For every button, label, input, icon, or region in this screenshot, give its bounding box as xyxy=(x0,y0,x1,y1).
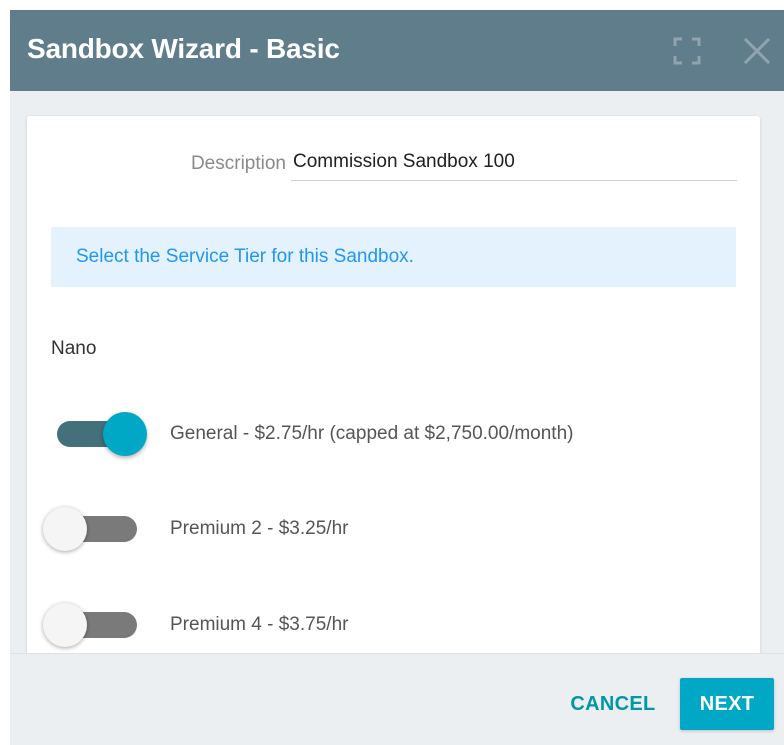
tier-option-premium-4[interactable]: Premium 4 - $3.75/hr xyxy=(43,603,743,647)
tier-option-label: Premium 4 - $3.75/hr xyxy=(170,614,349,635)
next-button[interactable]: NEXT xyxy=(680,678,774,730)
close-icon[interactable] xyxy=(742,36,772,66)
dialog-footer: CANCEL NEXT xyxy=(10,653,784,745)
tier-option-general[interactable]: General - $2.75/hr (capped at $2,750.00/… xyxy=(43,412,743,456)
description-label: Description xyxy=(190,153,286,174)
expand-icon[interactable] xyxy=(672,36,702,66)
tier-option-premium-2[interactable]: Premium 2 - $3.25/hr xyxy=(43,507,743,551)
tier-option-label: General - $2.75/hr (capped at $2,750.00/… xyxy=(170,423,574,444)
cancel-button[interactable]: CANCEL xyxy=(560,678,666,730)
dialog-header: Sandbox Wizard - Basic xyxy=(10,10,784,91)
tier-toggle-premium-4[interactable] xyxy=(43,603,139,647)
info-banner-text: Select the Service Tier for this Sandbox… xyxy=(76,246,414,267)
dialog-title: Sandbox Wizard - Basic xyxy=(27,33,340,64)
wizard-content-card: Description Select the Service Tier for … xyxy=(27,116,760,676)
tier-toggle-general[interactable] xyxy=(43,412,147,456)
toggle-knob xyxy=(43,507,87,551)
toggle-knob xyxy=(103,412,147,456)
sandbox-wizard-dialog: Sandbox Wizard - Basic Description Commi… xyxy=(10,10,784,745)
tier-toggle-premium-2[interactable] xyxy=(43,507,139,551)
description-field[interactable] xyxy=(291,144,737,181)
toggle-knob xyxy=(43,603,87,647)
tier-group-label: Nano xyxy=(51,338,97,359)
info-banner: Select the Service Tier for this Sandbox… xyxy=(51,227,736,287)
tier-option-label: Premium 2 - $3.25/hr xyxy=(170,518,349,539)
